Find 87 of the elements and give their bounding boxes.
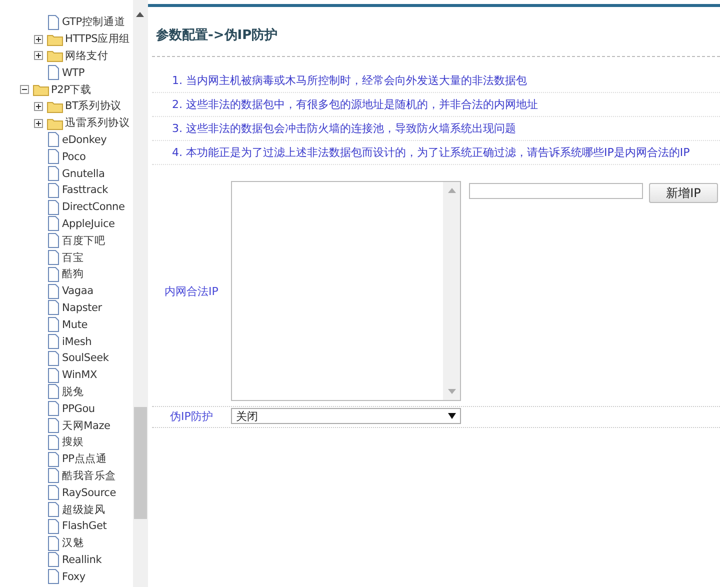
tree-item[interactable]: Mute [62, 318, 88, 331]
document-icon [47, 468, 60, 484]
folder-icon [33, 83, 49, 96]
document-icon [47, 182, 60, 198]
folder-icon [47, 32, 63, 46]
tree-item[interactable]: 脱兔 [62, 384, 84, 399]
tree-item[interactable]: Reallink [62, 554, 102, 566]
tree-item[interactable]: Poco [62, 150, 86, 163]
tree-item[interactable]: DirectConne [62, 201, 125, 214]
tree-item[interactable]: AppleJuice [62, 218, 115, 230]
tree-item[interactable]: P2P下载 [51, 82, 92, 97]
document-icon [47, 350, 60, 366]
document-icon [47, 401, 60, 416]
document-icon [47, 250, 60, 266]
expand-icon[interactable] [34, 34, 43, 44]
collapse-icon[interactable] [20, 85, 29, 94]
scroll-thumb[interactable] [134, 407, 147, 519]
note-text: 3. 这些非法的数据包会冲击防火墙的连接池，导致防火墙系统出现问题 [152, 117, 720, 141]
tree-item[interactable]: iMesh [62, 336, 92, 348]
tree-item[interactable]: WTP [62, 66, 85, 79]
dropdown-arrow-icon [448, 413, 456, 419]
tree-item[interactable]: SoulSeek [62, 352, 109, 364]
note-text: 2. 这些非法的数据包中，有很多包的源地址是随机的，并非合法的内网地址 [152, 93, 720, 117]
document-icon [47, 536, 60, 551]
document-icon [47, 317, 60, 332]
document-icon [47, 266, 60, 282]
document-icon [47, 418, 60, 434]
document-icon [47, 132, 60, 148]
document-icon [47, 434, 60, 450]
tree-item[interactable]: eDonkey [62, 134, 107, 146]
tree-item[interactable]: 汉魅 [62, 536, 84, 550]
document-icon [47, 300, 60, 316]
document-icon [47, 368, 60, 383]
folder-icon [47, 49, 63, 62]
tree-item[interactable]: PP点点通 [62, 452, 107, 466]
tree-item[interactable]: 网络支付 [65, 48, 108, 63]
document-icon [47, 65, 60, 80]
scrollbar[interactable] [133, 0, 148, 587]
tree-item[interactable]: 酷狗 [62, 267, 84, 282]
ip-input-field[interactable] [469, 183, 643, 199]
document-icon [47, 166, 60, 182]
field-label: 伪IP防护 [169, 408, 214, 424]
tree-item[interactable]: PPGou [62, 402, 95, 415]
document-icon [47, 552, 60, 568]
document-icon [47, 384, 60, 400]
document-icon [47, 14, 60, 30]
note-text: 4. 本功能正是为了过滤上述非法数据包而设计的，为了让系统正确过滤，请告诉系统哪些IP是内网合法的IP [152, 141, 720, 165]
note-text: 1. 当内网主机被病毒或木马所控制时，经常会向外发送大量的非法数据包 [152, 69, 720, 93]
add-ip-button[interactable]: 新增IP [649, 183, 718, 203]
tree-item[interactable]: Fasttrack [62, 184, 108, 196]
tree-item[interactable]: 百宝 [62, 250, 84, 265]
field-label: 内网合法IP [164, 284, 220, 300]
document-icon [47, 334, 60, 350]
tree-item[interactable]: 酷我音乐盒 [62, 468, 116, 483]
tree-item[interactable]: 搜娱 [62, 435, 84, 450]
tree-item[interactable]: 百度下吧 [62, 234, 106, 248]
document-icon [47, 284, 60, 299]
document-icon [47, 502, 60, 517]
document-icon [47, 518, 60, 534]
tree-item[interactable]: 天网Maze [62, 418, 110, 433]
tree-item[interactable]: Foxy [62, 570, 86, 583]
tree-item[interactable]: 超级旋风 [62, 502, 106, 516]
folder-icon [47, 100, 63, 113]
folder-icon [47, 116, 63, 130]
tree-item[interactable]: BT系列协议 [65, 99, 122, 114]
scroll-up-icon[interactable] [136, 12, 144, 17]
document-icon [47, 216, 60, 232]
page-title: 参数配置->伪IP防护 [152, 7, 720, 57]
tree-item[interactable]: HTTPS应用组 [65, 32, 130, 46]
document-icon [47, 569, 60, 584]
expand-icon[interactable] [34, 51, 43, 60]
document-icon [47, 485, 60, 500]
tree-item[interactable]: WinMX [62, 369, 97, 382]
expand-icon[interactable] [34, 102, 43, 111]
tree-item[interactable]: RaySource [62, 486, 116, 499]
document-icon [47, 452, 60, 467]
tree-item[interactable]: GTP控制通道 [62, 15, 126, 30]
document-icon [47, 233, 60, 248]
protection-dropdown[interactable]: 关闭 [231, 408, 461, 424]
tree-item[interactable]: Gnutella [62, 168, 105, 180]
document-icon [47, 200, 60, 215]
tree-item[interactable]: 迅雷系列协议 [65, 116, 130, 130]
expand-icon[interactable] [34, 118, 43, 128]
tree-item[interactable]: Napster [62, 302, 102, 314]
document-icon [47, 149, 60, 164]
tree-item[interactable]: FlashGet [62, 520, 107, 532]
tree-item[interactable]: Vagaa [62, 285, 94, 298]
